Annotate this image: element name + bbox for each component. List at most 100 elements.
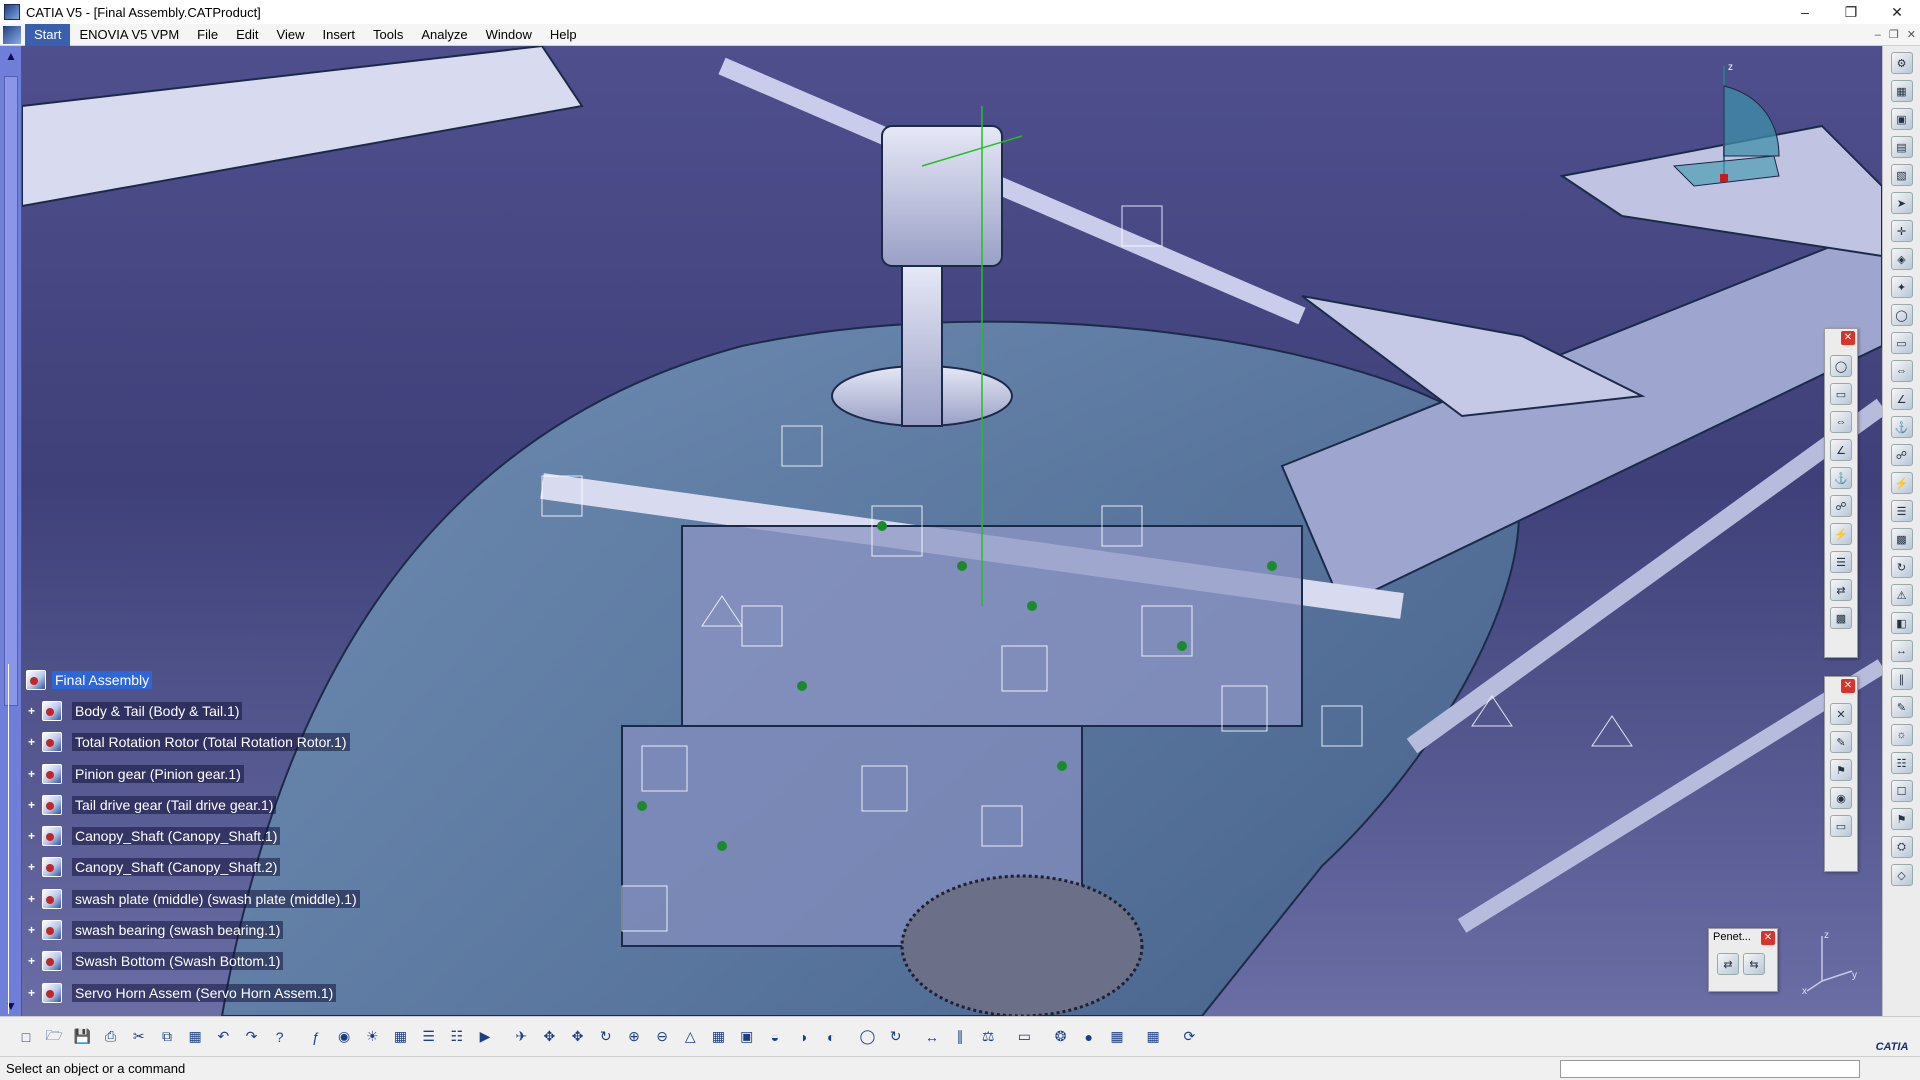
offset-constraint-icon[interactable]: ⇔ [1830,411,1852,433]
clash-analysis-icon[interactable]: ⚠ [1890,584,1913,606]
select-arrow-icon[interactable]: ➤ [1890,192,1913,214]
measure-between-icon[interactable]: ↔ [920,1025,944,1049]
contact-constraint-icon[interactable]: ▭ [1830,383,1852,405]
tree-item-label[interactable]: Canopy_Shaft (Canopy_Shaft.2) [72,858,281,877]
save-icon[interactable]: 💾 [70,1025,94,1049]
minimize-button[interactable]: – [1782,0,1828,24]
new-product-icon[interactable]: ▤ [1890,136,1913,158]
catalog-icon[interactable]: ☷ [445,1025,469,1049]
tree-root-label[interactable]: Final Assembly [52,670,153,689]
command-input[interactable] [1560,1060,1860,1078]
doc-close-button[interactable]: ✕ [1907,24,1916,46]
rotate-icon[interactable]: ↻ [594,1025,618,1049]
tree-item[interactable]: + swash plate (middle) (swash plate (midd… [26,883,386,914]
menu-analyze[interactable]: Analyze [412,24,476,46]
reuse-pattern-icon[interactable]: ▩ [1890,528,1913,550]
doc-restore-button[interactable]: ❐ [1889,24,1899,46]
menu-tools[interactable]: Tools [364,24,412,46]
distance-analysis-icon[interactable]: ↔ [1890,640,1913,662]
view-icon[interactable]: ◉ [1830,787,1852,809]
tree-item-label[interactable]: swash plate (middle) (swash plate (middl… [72,889,360,908]
fly-mode-icon[interactable]: ✈ [509,1025,533,1049]
new-component-icon[interactable]: ▣ [1890,108,1913,130]
expand-icon[interactable]: + [28,955,38,967]
expand-icon[interactable]: + [28,768,38,780]
tree-root[interactable]: Final Assembly [26,664,386,695]
swap-visible-space-icon[interactable]: ◐ [819,1025,843,1049]
update-icon[interactable]: ↻ [884,1025,908,1049]
scroll-up-arrow-icon[interactable]: ▲ [3,48,19,64]
tree-item[interactable]: + Tail drive gear (Tail drive gear.1) [26,789,386,820]
manipulation-icon[interactable]: ✛ [1890,220,1913,242]
refresh-icon[interactable]: ⟳ [1177,1025,1201,1049]
close-button[interactable]: ✕ [1874,0,1920,24]
expand-icon[interactable]: + [28,830,38,842]
expand-icon[interactable]: + [28,705,38,717]
macro-icon[interactable]: ▶ [473,1025,497,1049]
tree-item[interactable]: + Total Rotation Rotor (Total Rotation Ro… [26,727,386,758]
close-icon[interactable]: ✕ [1841,331,1855,345]
menu-file[interactable]: File [188,24,227,46]
knowledge-icon[interactable]: ◉ [332,1025,356,1049]
measure-inertia-icon[interactable]: ⚖ [976,1025,1000,1049]
fix-together-icon[interactable]: ☍ [1890,444,1913,466]
new-file-icon[interactable]: □ [14,1025,38,1049]
undo-icon[interactable]: ↶ [211,1025,235,1049]
expand-icon[interactable]: + [28,736,38,748]
workbench-icon[interactable]: ⚙ [1890,52,1913,74]
expand-icon[interactable]: + [28,893,38,905]
expand-icon[interactable]: + [28,924,38,936]
expand-icon[interactable]: + [28,799,38,811]
angle-constraint-icon[interactable]: ∠ [1890,388,1913,410]
menu-window[interactable]: Window [477,24,541,46]
open-folder-icon[interactable]: 🗁 [42,1025,66,1049]
tree-item[interactable]: + Swash Bottom (Swash Bottom.1) [26,946,386,977]
measure-item-icon[interactable]: ∥ [948,1025,972,1049]
penetration-icon[interactable]: ⇄ [1717,953,1739,975]
product-structure-icon[interactable]: ▦ [1890,80,1913,102]
table-icon[interactable]: ▦ [388,1025,412,1049]
quick-constraint-icon[interactable]: ⚡ [1830,523,1852,545]
tree-item[interactable]: + Canopy_Shaft (Canopy_Shaft.2) [26,852,386,883]
reuse-pattern-icon[interactable]: ▩ [1830,607,1852,629]
weld-feature-icon[interactable]: ✕ [1830,703,1852,725]
tree-item[interactable]: + Servo Horn Assem (Servo Horn Assem.1) [26,977,386,1008]
tree-item-label[interactable]: Servo Horn Assem (Servo Horn Assem.1) [72,983,337,1002]
measure-icon[interactable]: ∥ [1890,668,1913,690]
tree-icon[interactable]: ☰ [417,1025,441,1049]
menu-start[interactable]: Start [25,23,71,46]
doc-minimize-button[interactable]: – [1875,24,1881,46]
menu-view[interactable]: View [268,24,314,46]
multi-view-icon[interactable]: ▦ [707,1025,731,1049]
maximize-button[interactable]: ❐ [1828,0,1874,24]
compass-widget[interactable]: z [1654,56,1794,206]
coincidence-constraint-icon[interactable]: ◯ [1890,304,1913,326]
tree-item-label[interactable]: Body & Tail (Body & Tail.1) [72,701,243,720]
tree-item-label[interactable]: Total Rotation Rotor (Total Rotation Rot… [72,733,350,752]
formula-icon[interactable]: ƒ [304,1025,328,1049]
snap-icon[interactable]: ◈ [1890,248,1913,270]
shading-icon[interactable]: ◒ [763,1025,787,1049]
close-icon[interactable]: ✕ [1761,931,1775,945]
flexible-icon[interactable]: ☰ [1830,551,1852,573]
zoom-out-icon[interactable]: ⊖ [650,1025,674,1049]
close-icon[interactable]: ✕ [1841,679,1855,693]
whats-this-icon[interactable]: ? [268,1025,292,1049]
iso-view-icon[interactable]: ▣ [735,1025,759,1049]
apply-material-icon[interactable]: ▦ [1105,1025,1129,1049]
grid-icon[interactable]: ▦ [1141,1025,1165,1049]
publication-icon[interactable]: ⚑ [1890,808,1913,830]
tree-item-label[interactable]: swash bearing (swash bearing.1) [72,921,284,940]
normal-view-icon[interactable]: △ [678,1025,702,1049]
menu-insert[interactable]: Insert [313,24,364,46]
compass-icon[interactable]: z [1654,56,1794,206]
tree-item-label[interactable]: Swash Bottom (Swash Bottom.1) [72,952,284,971]
tree-item-label[interactable]: Canopy_Shaft (Canopy_Shaft.1) [72,827,281,846]
tree-item-label[interactable]: Pinion gear (Pinion gear.1) [72,764,244,783]
tree-scrollbar[interactable]: ▲ ▼ [0,46,22,1016]
menu-enovia[interactable]: ENOVIA V5 VPM [70,24,188,46]
plane-icon[interactable]: ▭ [1012,1025,1036,1049]
annotation-plane-icon[interactable]: ▭ [1830,815,1852,837]
material-icon[interactable]: ● [1077,1025,1101,1049]
bill-of-material-icon[interactable]: ☐ [1890,780,1913,802]
